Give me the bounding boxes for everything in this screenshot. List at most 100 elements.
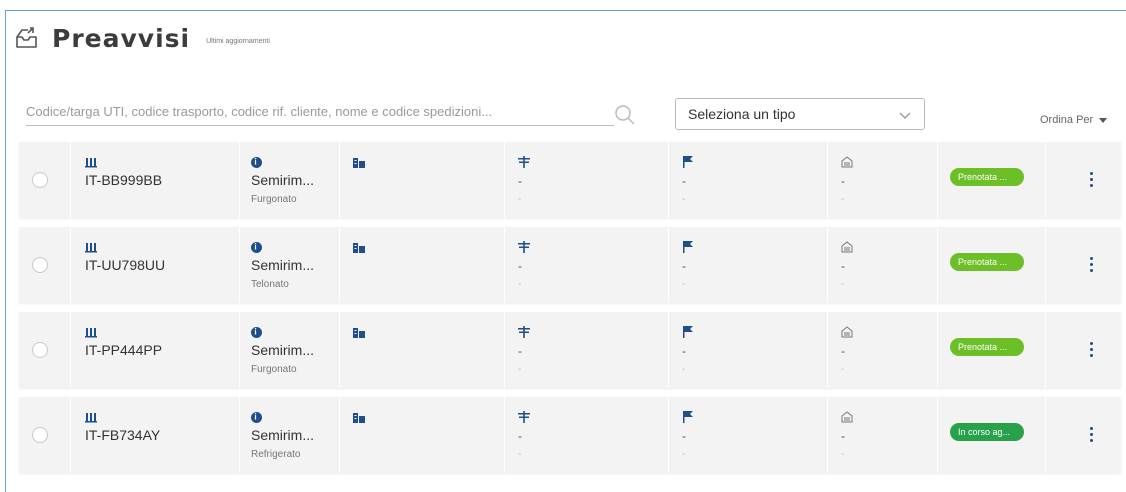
type-cell: Semirim... Furgonato <box>240 312 340 388</box>
transport-cell: - - <box>505 397 669 473</box>
flag-subvalue: - <box>682 449 686 460</box>
vehicle-icon <box>85 158 97 168</box>
kebab-menu-icon[interactable] <box>1090 172 1094 188</box>
list-item[interactable]: IT-PP444PP Semirim... Furgonato - - - - … <box>19 312 1121 388</box>
warehouse-cell <box>340 142 505 218</box>
plate-cell: IT-FB734AY <box>71 397 240 473</box>
page-inbox-icon <box>16 27 37 48</box>
vehicle-type: Semirim... <box>251 342 314 358</box>
row-select-cell <box>19 142 71 218</box>
vehicle-icon <box>85 328 97 338</box>
sort-dropdown[interactable]: Ordina Per <box>1040 114 1108 126</box>
info-icon[interactable] <box>251 327 262 338</box>
flag-subvalue: - <box>682 364 686 375</box>
warehouse-icon <box>353 243 365 253</box>
type-cell: Semirim... Furgonato <box>240 142 340 218</box>
info-icon[interactable] <box>251 157 262 168</box>
status-cell: Prenotata ... <box>938 142 1046 218</box>
transport-subvalue: - <box>518 449 522 460</box>
vehicle-icon <box>85 243 97 253</box>
document-cell: - - <box>828 142 938 218</box>
flag-cell: - - <box>669 312 828 388</box>
document-cell: - - <box>828 227 938 303</box>
transport-cell: - - <box>505 227 669 303</box>
type-cell: Semirim... Refrigerato <box>240 397 340 473</box>
transport-icon <box>518 411 530 423</box>
preavvisi-list: IT-BB999BB Semirim... Furgonato - - - - … <box>19 142 1121 482</box>
document-icon <box>841 326 853 338</box>
caret-down-icon <box>1099 117 1108 123</box>
page-subtitle: Ultimi aggiornamenti <box>206 37 270 45</box>
vehicle-subtype: Telonato <box>251 279 289 290</box>
document-value: - <box>841 344 845 358</box>
transport-subvalue: - <box>518 279 522 290</box>
plate-number: IT-FB734AY <box>85 427 161 443</box>
search-input[interactable] <box>26 98 614 124</box>
flag-subvalue: - <box>682 279 686 290</box>
list-item[interactable]: IT-FB734AY Semirim... Refrigerato - - - … <box>19 397 1121 473</box>
plate-number: IT-BB999BB <box>85 172 163 188</box>
warehouse-icon <box>353 158 365 168</box>
search-icon[interactable] <box>614 104 636 126</box>
vehicle-subtype: Furgonato <box>251 194 297 205</box>
status-badge: Prenotata ... <box>950 338 1024 356</box>
chevron-down-icon <box>899 112 911 119</box>
transport-subvalue: - <box>518 194 522 205</box>
sort-label: Ordina Per <box>1040 114 1094 126</box>
document-cell: - - <box>828 397 938 473</box>
row-checkbox[interactable] <box>32 257 48 273</box>
row-select-cell <box>19 312 71 388</box>
transport-cell: - - <box>505 312 669 388</box>
document-icon <box>841 156 853 168</box>
page-header: Preavvisi Ultimi aggiornamenti <box>14 18 270 58</box>
menu-cell <box>1046 312 1121 388</box>
document-cell: - - <box>828 312 938 388</box>
info-icon[interactable] <box>251 412 262 423</box>
status-badge: Prenotata ... <box>950 253 1024 271</box>
warehouse-icon <box>353 328 365 338</box>
vehicle-type: Semirim... <box>251 172 314 188</box>
transport-icon <box>518 241 530 253</box>
menu-cell <box>1046 227 1121 303</box>
flag-icon <box>683 156 693 168</box>
flag-icon <box>683 326 693 338</box>
transport-icon <box>518 156 530 168</box>
kebab-menu-icon[interactable] <box>1090 257 1094 273</box>
flag-subvalue: - <box>682 194 686 205</box>
vehicle-type: Semirim... <box>251 257 314 273</box>
flag-cell: - - <box>669 397 828 473</box>
row-checkbox[interactable] <box>32 342 48 358</box>
flag-value: - <box>682 174 686 188</box>
plate-cell: IT-BB999BB <box>71 142 240 218</box>
row-checkbox[interactable] <box>32 427 48 443</box>
flag-value: - <box>682 429 686 443</box>
plate-number: IT-UU798UU <box>85 257 166 273</box>
document-subvalue: - <box>841 194 845 205</box>
flag-icon <box>683 241 693 253</box>
menu-cell <box>1046 397 1121 473</box>
status-badge: In corso ag... <box>950 423 1024 441</box>
list-item[interactable]: IT-UU798UU Semirim... Telonato - - - - -… <box>19 227 1121 303</box>
kebab-menu-icon[interactable] <box>1090 342 1094 358</box>
menu-cell <box>1046 142 1121 218</box>
document-value: - <box>841 429 845 443</box>
document-subvalue: - <box>841 279 845 290</box>
warehouse-cell <box>340 397 505 473</box>
kebab-menu-icon[interactable] <box>1090 427 1094 443</box>
list-item[interactable]: IT-BB999BB Semirim... Furgonato - - - - … <box>19 142 1121 218</box>
row-select-cell <box>19 227 71 303</box>
document-subvalue: - <box>841 449 845 460</box>
transport-subvalue: - <box>518 364 522 375</box>
transport-value: - <box>518 174 522 188</box>
transport-icon <box>518 326 530 338</box>
vehicle-subtype: Furgonato <box>251 364 297 375</box>
transport-value: - <box>518 429 522 443</box>
transport-value: - <box>518 259 522 273</box>
document-subvalue: - <box>841 364 845 375</box>
warehouse-cell <box>340 312 505 388</box>
type-select[interactable]: Seleziona un tipo <box>675 98 925 130</box>
info-icon[interactable] <box>251 242 262 253</box>
status-cell: In corso ag... <box>938 397 1046 473</box>
plate-cell: IT-UU798UU <box>71 227 240 303</box>
row-checkbox[interactable] <box>32 172 48 188</box>
